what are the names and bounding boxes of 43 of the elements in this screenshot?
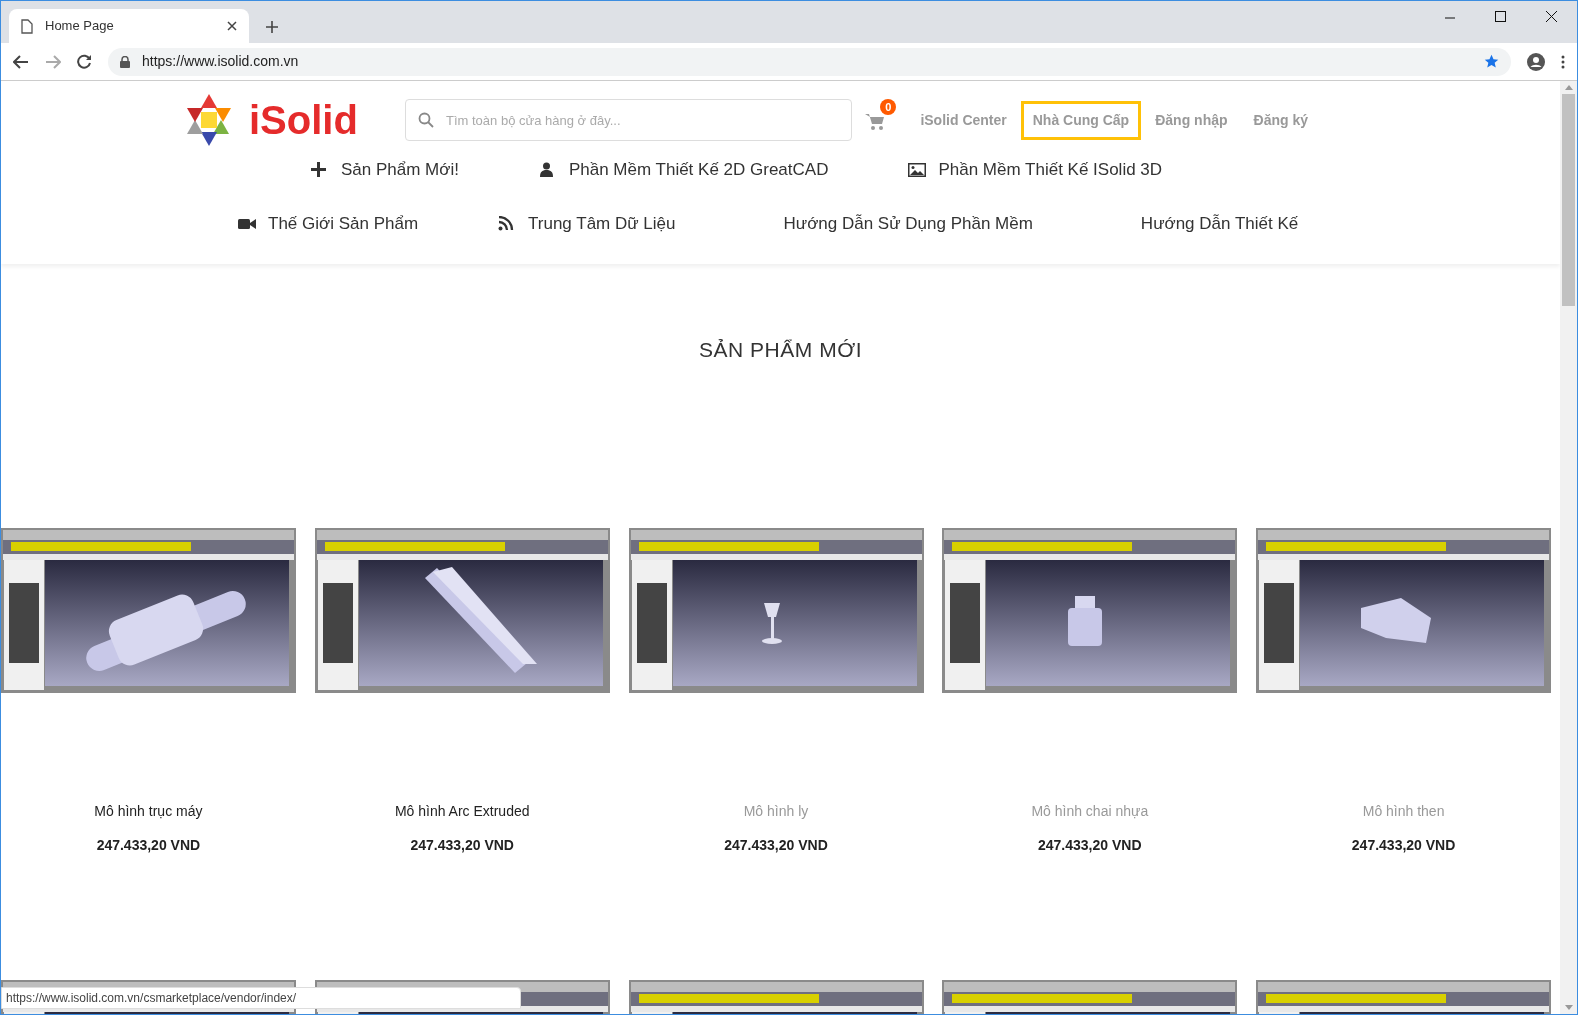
image-icon [908, 162, 927, 178]
logo-text: iSolid [249, 97, 358, 144]
back-icon[interactable] [13, 54, 29, 69]
nav-link[interactable]: Phần Mềm Thiết Kế ISolid 3D [908, 157, 1163, 183]
nav-link[interactable]: Sản Phẩm Mới! [311, 157, 459, 183]
nav-link[interactable]: Phần Mềm Thiết Kế 2D GreatCAD [538, 157, 829, 183]
cart-icon[interactable] [865, 113, 886, 131]
cart-count-badge: 0 [880, 99, 897, 115]
search-field[interactable]: Tìm toàn bộ cửa hàng ở đây... [405, 99, 852, 141]
star-icon[interactable] [1484, 54, 1499, 69]
section-title: SẢN PHẨM MỚI [698, 337, 863, 363]
nav-link[interactable]: Trung Tâm Dữ Liệu [498, 211, 676, 237]
product-price: 247.433,20 VND [1351, 835, 1456, 855]
address-bar[interactable]: https://www.isolid.com.vn [108, 47, 1511, 76]
lock-icon [120, 55, 130, 68]
scroll-down-icon[interactable] [1564, 1005, 1573, 1010]
url-text: https://www.isolid.com.vn [142, 52, 300, 71]
product-name[interactable]: Mô hình Arc Extruded [394, 800, 530, 822]
scroll-thumb[interactable] [1562, 94, 1575, 306]
product-price: 247.433,20 VND [96, 835, 201, 855]
new-tab-icon[interactable] [265, 20, 279, 34]
tab-title: Home Page [45, 17, 115, 36]
video-camera-icon [238, 216, 256, 232]
scrollbar[interactable] [1560, 81, 1577, 1014]
maximize-icon[interactable] [1495, 11, 1506, 22]
account-icon[interactable] [1527, 52, 1545, 71]
product-price: 247.433,20 VND [410, 835, 514, 855]
browser-tab[interactable]: Home Page [9, 9, 249, 43]
nav-link[interactable]: Hướng Dẫn Thiết Kế [1140, 211, 1299, 237]
close-icon[interactable] [1546, 11, 1557, 22]
nav-link[interactable]: Hướng Dẫn Sử Dụng Phần Mềm [783, 211, 1033, 237]
product-price: 247.433,20 VND [724, 835, 828, 855]
reload-icon[interactable] [77, 54, 92, 69]
plus-icon [311, 162, 329, 178]
page-icon [21, 18, 33, 34]
menu-icon[interactable] [1561, 54, 1565, 69]
product-name[interactable]: Mô hình trục máy [94, 800, 203, 822]
nav-link[interactable]: Thế Giới Sản Phẩm [238, 211, 419, 237]
close-icon[interactable] [227, 21, 237, 31]
product-price: 247.433,20 VND [1038, 835, 1142, 855]
search-icon [418, 112, 434, 128]
status-url: https://www.isolid.com.vn/csmarketplace/vendor/index/ [1, 987, 521, 1009]
scroll-up-icon[interactable] [1564, 85, 1573, 90]
